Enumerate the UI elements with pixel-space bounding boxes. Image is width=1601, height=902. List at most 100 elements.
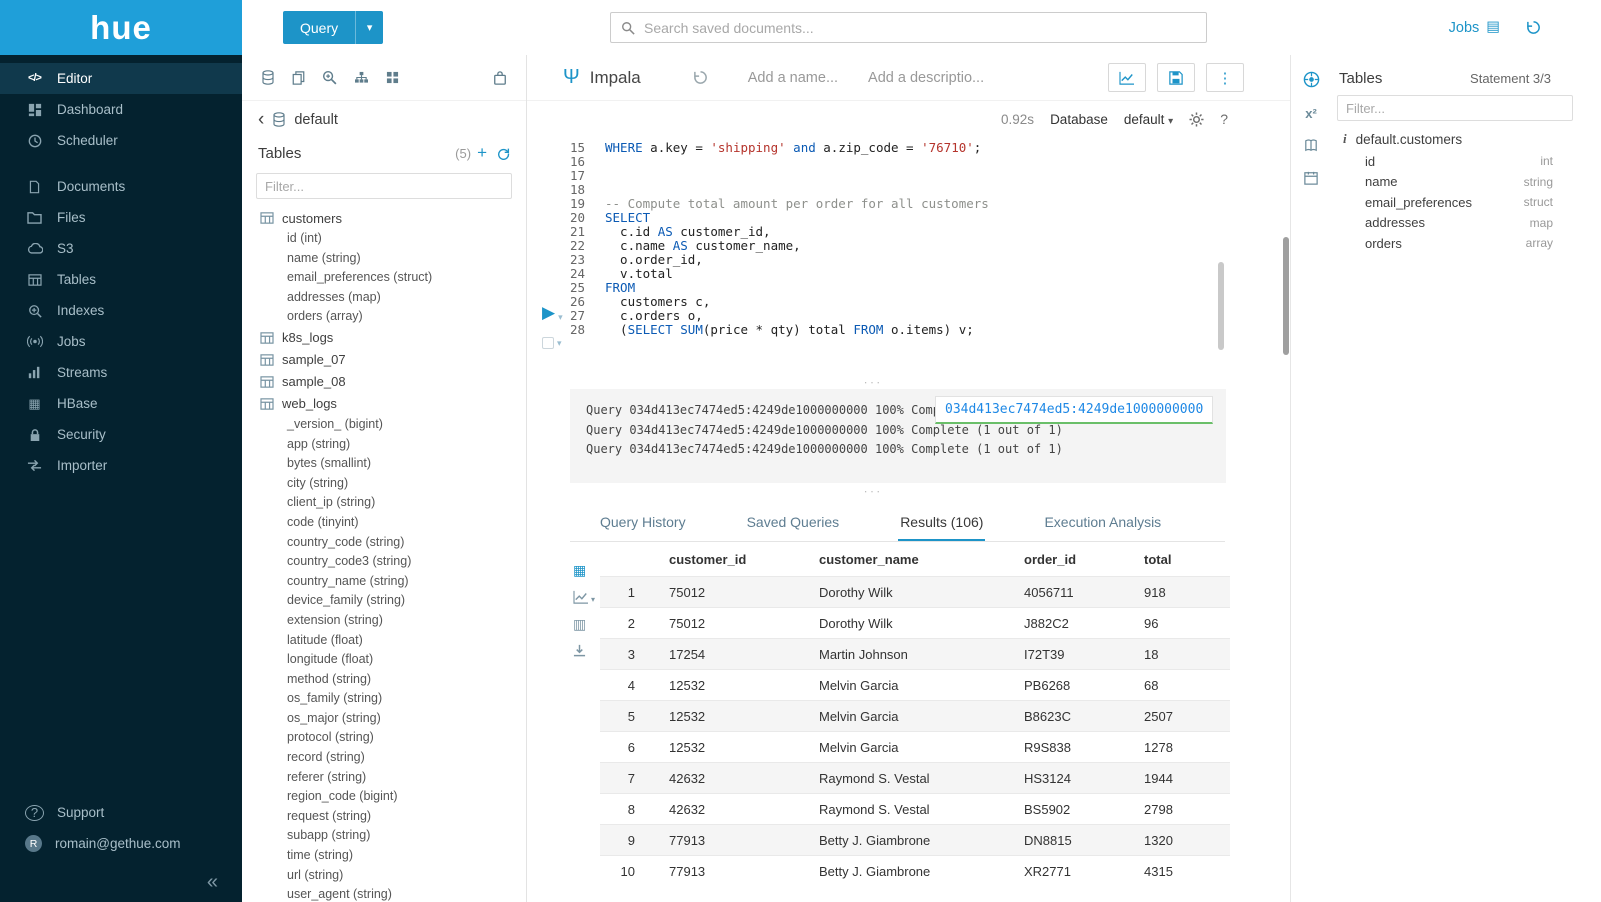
code-editor[interactable]: 1516171819202122232425262728 WHERE a.key… — [527, 141, 1220, 337]
more-actions-button[interactable]: ⋮ — [1206, 63, 1244, 92]
column-header[interactable]: customer_name — [805, 543, 1010, 577]
sitemap-icon[interactable] — [354, 71, 369, 84]
chart-view-icon[interactable]: ▾ — [573, 590, 595, 604]
column-item[interactable]: subapp (string) — [242, 826, 526, 846]
column-item[interactable]: user_agent (string) — [242, 885, 526, 902]
column-item[interactable]: country_code3 (string) — [242, 552, 526, 572]
queue-icon[interactable] — [542, 337, 554, 349]
sidebar-item-indexes[interactable]: Indexes — [0, 295, 242, 326]
column-header[interactable]: order_id — [1010, 543, 1130, 577]
column-item[interactable]: longitude (float) — [242, 650, 526, 670]
schedule-icon[interactable] — [1304, 171, 1318, 185]
editor-help-icon[interactable]: ? — [1220, 111, 1228, 127]
apps-grid-icon[interactable] — [386, 71, 399, 84]
tab-query-history[interactable]: Query History — [598, 505, 688, 541]
sidebar-item-s3[interactable]: S3 — [0, 233, 242, 264]
column-item[interactable]: _version_ (bigint) — [242, 415, 526, 435]
resize-handle-bottom[interactable]: ∙∙∙ — [527, 487, 1220, 497]
sidebar-item-tables[interactable]: Tables — [0, 264, 242, 295]
column-item[interactable]: request (string) — [242, 807, 526, 827]
column-row[interactable]: addressesmap — [1331, 213, 1601, 234]
hue-logo[interactable]: hue — [0, 0, 242, 55]
column-item[interactable]: extension (string) — [242, 611, 526, 631]
save-button[interactable] — [1157, 63, 1195, 92]
column-item[interactable]: client_ip (string) — [242, 493, 526, 513]
grid-view-icon[interactable]: ▦ — [573, 563, 595, 577]
column-item[interactable]: addresses (map) — [242, 288, 526, 308]
search-input[interactable] — [644, 20, 1196, 36]
query-id-popover[interactable]: 034d413ec7474ed5:4249de1000000000 — [935, 396, 1213, 424]
database-selector[interactable]: default ▾ — [1124, 112, 1173, 127]
table-item[interactable]: sample_08 — [242, 371, 526, 393]
history-icon[interactable] — [1526, 20, 1541, 35]
column-header[interactable]: customer_id — [655, 543, 805, 577]
right-filter-input[interactable] — [1337, 95, 1573, 121]
sidebar-item-jobs[interactable]: Jobs — [0, 326, 242, 357]
table-item[interactable]: customers — [242, 207, 526, 229]
column-item[interactable]: id (int) — [242, 229, 526, 249]
sidebar-item-dashboard[interactable]: Dashboard — [0, 94, 242, 125]
column-item[interactable]: record (string) — [242, 748, 526, 768]
column-item[interactable]: latitude (float) — [242, 631, 526, 651]
functions-icon[interactable]: x² — [1305, 107, 1317, 120]
sidebar-item-security[interactable]: Security — [0, 419, 242, 450]
query-name-input[interactable]: Add a name... — [748, 70, 838, 86]
sidebar-item-user[interactable]: R romain@gethue.com — [0, 828, 242, 859]
breadcrumb-database[interactable]: default — [294, 112, 338, 128]
documents-copy-icon[interactable] — [292, 71, 305, 85]
panel-scrollbar[interactable] — [1283, 237, 1289, 355]
sidebar-item-editor[interactable]: </>Editor — [0, 63, 242, 94]
column-item[interactable]: app (string) — [242, 435, 526, 455]
code-content[interactable]: WHERE a.key = 'shipping' and a.zip_code … — [595, 141, 1220, 337]
download-icon[interactable] — [573, 644, 595, 657]
column-item[interactable]: method (string) — [242, 670, 526, 690]
column-item[interactable]: country_name (string) — [242, 572, 526, 592]
tab-execution-analysis[interactable]: Execution Analysis — [1042, 505, 1163, 541]
jobs-link[interactable]: Jobs▤ — [1449, 20, 1500, 36]
column-item[interactable]: referer (string) — [242, 768, 526, 788]
column-item[interactable]: os_major (string) — [242, 709, 526, 729]
bag-icon[interactable] — [493, 71, 507, 85]
columns-view-icon[interactable]: ▥ — [573, 617, 595, 631]
column-item[interactable]: country_code (string) — [242, 533, 526, 553]
column-item[interactable]: region_code (bigint) — [242, 787, 526, 807]
back-chevron-icon[interactable]: ‹ — [258, 110, 264, 129]
collapse-sidebar-icon[interactable]: « — [207, 871, 218, 893]
column-item[interactable]: os_family (string) — [242, 689, 526, 709]
column-item[interactable]: time (string) — [242, 846, 526, 866]
column-item[interactable]: device_family (string) — [242, 591, 526, 611]
column-item[interactable]: name (string) — [242, 249, 526, 269]
zoom-in-icon[interactable] — [322, 70, 337, 85]
table-filter-input[interactable] — [256, 173, 512, 199]
new-query-button[interactable]: Query ▾ — [283, 11, 383, 44]
column-item[interactable]: bytes (smallint) — [242, 454, 526, 474]
tab-saved-queries[interactable]: Saved Queries — [745, 505, 842, 541]
sidebar-item-scheduler[interactable]: Scheduler — [0, 125, 242, 156]
column-item[interactable]: url (string) — [242, 866, 526, 886]
column-row[interactable]: namestring — [1331, 172, 1601, 193]
databases-icon[interactable] — [261, 70, 275, 85]
chart-button[interactable] — [1108, 63, 1146, 92]
sidebar-item-documents[interactable]: Documents — [0, 171, 242, 202]
table-item[interactable]: web_logs — [242, 393, 526, 415]
sidebar-item-files[interactable]: Files — [0, 202, 242, 233]
editor-scrollbar[interactable] — [1218, 262, 1224, 350]
column-row[interactable]: email_preferencesstruct — [1331, 192, 1601, 213]
query-description-input[interactable]: Add a descriptio... — [868, 70, 984, 86]
resize-handle-top[interactable]: ∙∙∙ — [527, 378, 1220, 388]
execute-button[interactable]: ▶ — [542, 303, 555, 323]
query-dropdown-caret[interactable]: ▾ — [356, 21, 383, 34]
table-item[interactable]: k8s_logs — [242, 327, 526, 349]
sidebar-item-support[interactable]: ? Support — [0, 797, 242, 828]
table-item[interactable]: sample_07 — [242, 349, 526, 371]
execute-options-caret[interactable]: ▾ — [558, 312, 563, 323]
sidebar-item-hbase[interactable]: ▦HBase — [0, 388, 242, 419]
queue-caret[interactable]: ▾ — [557, 338, 562, 349]
tab-results-106[interactable]: Results (106) — [898, 505, 985, 541]
sidebar-item-importer[interactable]: Importer — [0, 450, 242, 481]
column-item[interactable]: email_preferences (struct) — [242, 268, 526, 288]
column-row[interactable]: idint — [1331, 151, 1601, 172]
assist-docs-icon[interactable] — [1303, 71, 1320, 88]
query-history-icon[interactable] — [693, 70, 708, 85]
active-table[interactable]: i default.customers — [1331, 121, 1601, 151]
